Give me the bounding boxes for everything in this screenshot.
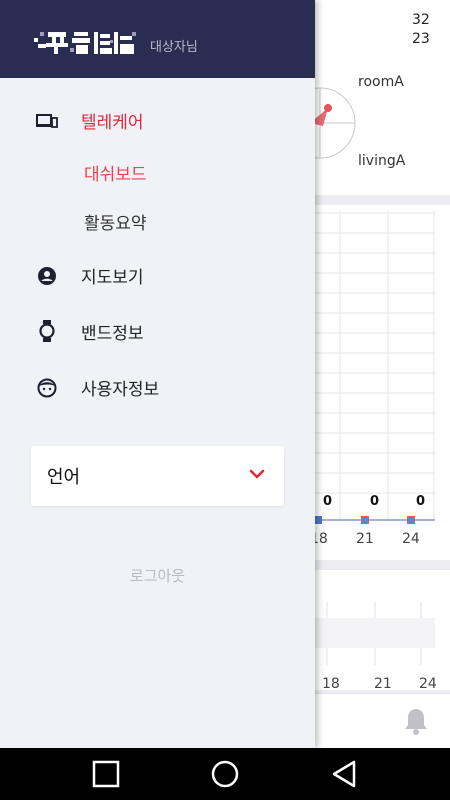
drawer-header: 대상자님	[0, 0, 315, 78]
face-icon	[37, 378, 57, 398]
chart2-grid	[315, 602, 435, 665]
temperature-high: 32	[412, 12, 430, 28]
menu-label: 대쉬보드	[84, 165, 147, 185]
bottom-toolbar	[315, 693, 450, 748]
logout-button[interactable]: 로그아웃	[0, 565, 315, 586]
weather-bar	[315, 0, 450, 58]
x-tick-label: 21	[356, 531, 374, 547]
menu-item-telecare[interactable]: 텔레케어	[0, 100, 315, 140]
language-select[interactable]: 언어	[31, 446, 284, 506]
menu-label: 밴드정보	[81, 324, 144, 344]
section-divider	[315, 570, 450, 590]
data-label: 0	[323, 494, 333, 509]
menu-item-user-info[interactable]: 사용자정보	[0, 367, 315, 407]
language-label: 언어	[47, 467, 81, 488]
menu-label: 활동요약	[84, 214, 147, 234]
activity-chart	[315, 205, 450, 560]
x-tick-label: 21	[374, 676, 392, 692]
chart-grid	[315, 210, 435, 524]
menu-item-band[interactable]: 밴드정보	[0, 311, 315, 351]
screen: 32 23 roomA livingA 0 0 0 18 21 24 18 21…	[0, 0, 450, 800]
room-a-label: roomA	[358, 74, 404, 90]
chevron-down-icon	[249, 469, 265, 479]
recent-apps-icon[interactable]	[90, 758, 122, 790]
x-tick-label: 18	[322, 676, 340, 692]
devices-icon	[36, 114, 58, 128]
temperature-low: 23	[412, 31, 430, 47]
living-a-label: livingA	[358, 153, 406, 169]
menu-item-map[interactable]: 지도보기	[0, 255, 315, 295]
bell-icon[interactable]	[402, 706, 430, 736]
menu-item-dashboard[interactable]: 대쉬보드	[0, 154, 315, 190]
logo	[34, 32, 136, 54]
menu-label: 지도보기	[81, 268, 144, 288]
data-label: 0	[370, 494, 380, 509]
menu-label: 사용자정보	[81, 380, 160, 400]
room-diagram	[315, 87, 356, 159]
data-label: 0	[416, 494, 426, 509]
system-navigation-bar	[0, 748, 450, 800]
back-icon[interactable]	[328, 758, 360, 790]
user-label: 대상자님	[150, 40, 198, 55]
person-pin-icon	[38, 267, 56, 285]
menu-label: 텔레케어	[81, 113, 144, 133]
watch-icon	[39, 320, 55, 342]
menu-item-activity-summary[interactable]: 활동요약	[0, 203, 315, 239]
home-icon[interactable]	[209, 758, 241, 790]
x-tick-label: 24	[402, 531, 420, 547]
navigation-drawer: 대상자님 텔레케어 대쉬보드 활동요약 지도보기 밴드정보 사용자정보 언어 로…	[0, 0, 315, 748]
secondary-chart	[315, 590, 450, 690]
x-tick-label: 24	[419, 676, 437, 692]
